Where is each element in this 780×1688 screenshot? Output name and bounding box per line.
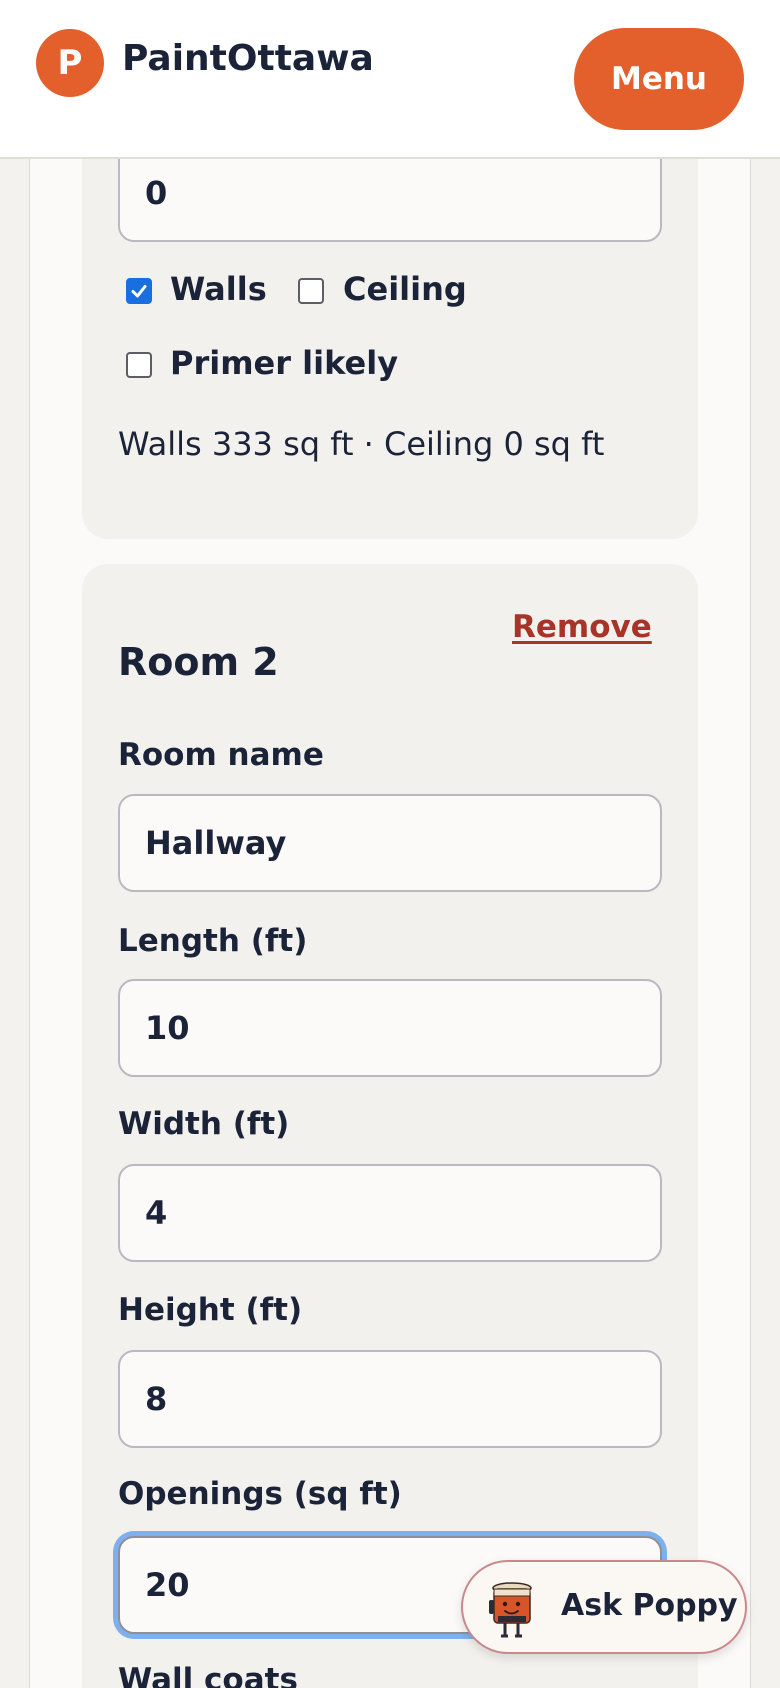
height-label: Height (ft) <box>118 1292 303 1328</box>
room1-area-summary: Walls 333 sq ft · Ceiling 0 sq ft <box>118 425 605 463</box>
walls-label: Walls <box>170 270 267 308</box>
room-name-value: Hallway <box>145 824 287 862</box>
width-value: 4 <box>145 1194 168 1232</box>
room-name-input[interactable]: Hallway <box>118 794 662 892</box>
room2-title: Room 2 <box>118 640 279 684</box>
height-value: 8 <box>145 1380 168 1418</box>
menu-button[interactable]: Menu <box>574 28 744 130</box>
openings-value: 20 <box>145 1566 190 1604</box>
site-header: P PaintOttawa Menu <box>0 0 780 159</box>
ceiling-label: Ceiling <box>343 270 467 308</box>
openings-label: Openings (sq ft) <box>118 1476 402 1512</box>
length-input[interactable]: 10 <box>118 979 662 1077</box>
width-label: Width (ft) <box>118 1106 290 1142</box>
ask-poppy-label: Ask Poppy <box>561 1588 738 1623</box>
room1-openings-value: 0 <box>145 174 168 212</box>
paint-can-mascot-icon <box>489 1582 532 1638</box>
remove-room-button[interactable]: Remove <box>512 609 652 645</box>
length-value: 10 <box>145 1009 190 1047</box>
length-label: Length (ft) <box>118 923 308 959</box>
wall-coats-label: Wall coats <box>118 1662 298 1688</box>
walls-checkbox[interactable] <box>126 278 152 304</box>
ceiling-checkbox[interactable] <box>298 278 324 304</box>
ask-poppy-button[interactable]: Ask Poppy <box>461 1560 747 1654</box>
width-input[interactable]: 4 <box>118 1164 662 1262</box>
checkmark-icon <box>131 285 147 298</box>
brand-name[interactable]: PaintOttawa <box>122 38 374 79</box>
height-input[interactable]: 8 <box>118 1350 662 1448</box>
primer-checkbox[interactable] <box>126 352 152 378</box>
primer-label: Primer likely <box>170 344 399 382</box>
logo-letter: P <box>57 43 83 83</box>
room-name-label: Room name <box>118 737 324 773</box>
logo-icon[interactable]: P <box>36 29 104 97</box>
